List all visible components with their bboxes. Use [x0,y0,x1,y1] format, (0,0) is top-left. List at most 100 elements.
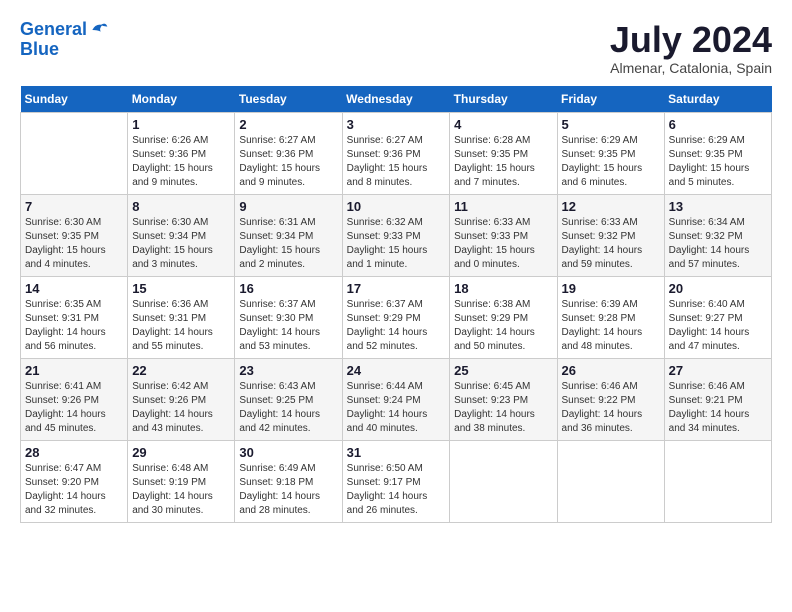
calendar-day-cell: 12 Sunrise: 6:33 AM Sunset: 9:32 PM Dayli… [557,194,664,276]
day-number: 14 [25,281,123,296]
day-info: Sunrise: 6:46 AM Sunset: 9:22 PM Dayligh… [562,380,660,436]
day-number: 28 [25,445,123,460]
day-info: Sunrise: 6:39 AM Sunset: 9:28 PM Dayligh… [562,298,660,354]
calendar-day-cell [557,440,664,522]
day-info: Sunrise: 6:29 AM Sunset: 9:35 PM Dayligh… [562,134,660,190]
day-info: Sunrise: 6:27 AM Sunset: 9:36 PM Dayligh… [347,134,446,190]
day-number: 22 [132,363,230,378]
day-info: Sunrise: 6:35 AM Sunset: 9:31 PM Dayligh… [25,298,123,354]
day-info: Sunrise: 6:37 AM Sunset: 9:29 PM Dayligh… [347,298,446,354]
calendar-day-cell: 23 Sunrise: 6:43 AM Sunset: 9:25 PM Dayli… [235,358,342,440]
day-info: Sunrise: 6:43 AM Sunset: 9:25 PM Dayligh… [239,380,337,436]
calendar-day-cell: 26 Sunrise: 6:46 AM Sunset: 9:22 PM Dayli… [557,358,664,440]
day-of-week-header: Tuesday [235,86,342,113]
calendar-day-cell: 29 Sunrise: 6:48 AM Sunset: 9:19 PM Dayli… [128,440,235,522]
calendar-day-cell: 19 Sunrise: 6:39 AM Sunset: 9:28 PM Dayli… [557,276,664,358]
calendar-week-row: 21 Sunrise: 6:41 AM Sunset: 9:26 PM Dayli… [21,358,772,440]
day-number: 3 [347,117,446,132]
calendar-day-cell: 15Sunrise: 6:36 AM Sunset: 9:31 PM Dayli… [128,276,235,358]
logo-text-blue: Blue [20,40,109,60]
day-number: 19 [562,281,660,296]
day-number: 24 [347,363,446,378]
calendar-day-cell [21,112,128,194]
logo-bird-icon [89,20,109,40]
calendar-day-cell: 27Sunrise: 6:46 AM Sunset: 9:21 PM Dayli… [664,358,771,440]
day-info: Sunrise: 6:48 AM Sunset: 9:19 PM Dayligh… [132,462,230,518]
day-of-week-header: Sunday [21,86,128,113]
day-number: 12 [562,199,660,214]
calendar-day-cell: 16Sunrise: 6:37 AM Sunset: 9:30 PM Dayli… [235,276,342,358]
day-number: 2 [239,117,337,132]
day-number: 10 [347,199,446,214]
day-info: Sunrise: 6:37 AM Sunset: 9:30 PM Dayligh… [239,298,337,354]
day-info: Sunrise: 6:29 AM Sunset: 9:35 PM Dayligh… [669,134,767,190]
day-info: Sunrise: 6:41 AM Sunset: 9:26 PM Dayligh… [25,380,123,436]
day-number: 5 [562,117,660,132]
calendar-day-cell: 28Sunrise: 6:47 AM Sunset: 9:20 PM Dayli… [21,440,128,522]
calendar-day-cell: 3 Sunrise: 6:27 AM Sunset: 9:36 PM Daylig… [342,112,450,194]
calendar-day-cell: 4 Sunrise: 6:28 AM Sunset: 9:35 PM Daylig… [450,112,557,194]
day-info: Sunrise: 6:33 AM Sunset: 9:32 PM Dayligh… [562,216,660,272]
day-number: 6 [669,117,767,132]
calendar-day-cell: 18Sunrise: 6:38 AM Sunset: 9:29 PM Dayli… [450,276,557,358]
day-number: 11 [454,199,552,214]
day-of-week-header: Wednesday [342,86,450,113]
day-number: 20 [669,281,767,296]
day-number: 18 [454,281,552,296]
calendar-day-cell: 24 Sunrise: 6:44 AM Sunset: 9:24 PM Dayli… [342,358,450,440]
month-year-title: July 2024 [610,20,772,60]
day-number: 13 [669,199,767,214]
day-of-week-header: Saturday [664,86,771,113]
day-number: 29 [132,445,230,460]
day-number: 27 [669,363,767,378]
calendar-week-row: 7 Sunrise: 6:30 AM Sunset: 9:35 PM Daylig… [21,194,772,276]
day-info: Sunrise: 6:50 AM Sunset: 9:17 PM Dayligh… [347,462,446,518]
day-number: 21 [25,363,123,378]
day-info: Sunrise: 6:28 AM Sunset: 9:35 PM Dayligh… [454,134,552,190]
calendar-day-cell: 11 Sunrise: 6:33 AM Sunset: 9:33 PM Dayli… [450,194,557,276]
day-of-week-header: Friday [557,86,664,113]
day-info: Sunrise: 6:30 AM Sunset: 9:35 PM Dayligh… [25,216,123,272]
day-number: 31 [347,445,446,460]
calendar-day-cell: 7 Sunrise: 6:30 AM Sunset: 9:35 PM Daylig… [21,194,128,276]
day-number: 9 [239,199,337,214]
day-info: Sunrise: 6:27 AM Sunset: 9:36 PM Dayligh… [239,134,337,190]
day-info: Sunrise: 6:44 AM Sunset: 9:24 PM Dayligh… [347,380,446,436]
calendar-day-cell: 31 Sunrise: 6:50 AM Sunset: 9:17 PM Dayli… [342,440,450,522]
day-number: 4 [454,117,552,132]
day-number: 7 [25,199,123,214]
calendar-header-row: SundayMondayTuesdayWednesdayThursdayFrid… [21,86,772,113]
calendar-day-cell: 6 Sunrise: 6:29 AM Sunset: 9:35 PM Daylig… [664,112,771,194]
day-info: Sunrise: 6:49 AM Sunset: 9:18 PM Dayligh… [239,462,337,518]
logo-text: General [20,20,109,40]
day-info: Sunrise: 6:30 AM Sunset: 9:34 PM Dayligh… [132,216,230,272]
calendar-day-cell: 21 Sunrise: 6:41 AM Sunset: 9:26 PM Dayli… [21,358,128,440]
calendar-day-cell: 14 Sunrise: 6:35 AM Sunset: 9:31 PM Dayli… [21,276,128,358]
day-info: Sunrise: 6:36 AM Sunset: 9:31 PM Dayligh… [132,298,230,354]
calendar-day-cell: 5 Sunrise: 6:29 AM Sunset: 9:35 PM Daylig… [557,112,664,194]
day-of-week-header: Thursday [450,86,557,113]
day-number: 30 [239,445,337,460]
day-number: 1 [132,117,230,132]
calendar-week-row: 28Sunrise: 6:47 AM Sunset: 9:20 PM Dayli… [21,440,772,522]
calendar-week-row: 14 Sunrise: 6:35 AM Sunset: 9:31 PM Dayli… [21,276,772,358]
day-number: 26 [562,363,660,378]
day-of-week-header: Monday [128,86,235,113]
day-info: Sunrise: 6:42 AM Sunset: 9:26 PM Dayligh… [132,380,230,436]
day-info: Sunrise: 6:26 AM Sunset: 9:36 PM Dayligh… [132,134,230,190]
logo: General Blue [20,20,109,60]
calendar-day-cell: 17Sunrise: 6:37 AM Sunset: 9:29 PM Dayli… [342,276,450,358]
day-number: 25 [454,363,552,378]
calendar-day-cell: 22 Sunrise: 6:42 AM Sunset: 9:26 PM Dayli… [128,358,235,440]
day-info: Sunrise: 6:45 AM Sunset: 9:23 PM Dayligh… [454,380,552,436]
calendar-day-cell: 1 Sunrise: 6:26 AM Sunset: 9:36 PM Daylig… [128,112,235,194]
calendar-table: SundayMondayTuesdayWednesdayThursdayFrid… [20,86,772,523]
calendar-day-cell: 10 Sunrise: 6:32 AM Sunset: 9:33 PM Dayli… [342,194,450,276]
calendar-day-cell: 8Sunrise: 6:30 AM Sunset: 9:34 PM Daylig… [128,194,235,276]
day-number: 23 [239,363,337,378]
day-info: Sunrise: 6:31 AM Sunset: 9:34 PM Dayligh… [239,216,337,272]
day-info: Sunrise: 6:32 AM Sunset: 9:33 PM Dayligh… [347,216,446,272]
location-subtitle: Almenar, Catalonia, Spain [610,60,772,76]
calendar-day-cell: 25 Sunrise: 6:45 AM Sunset: 9:23 PM Dayli… [450,358,557,440]
day-info: Sunrise: 6:33 AM Sunset: 9:33 PM Dayligh… [454,216,552,272]
